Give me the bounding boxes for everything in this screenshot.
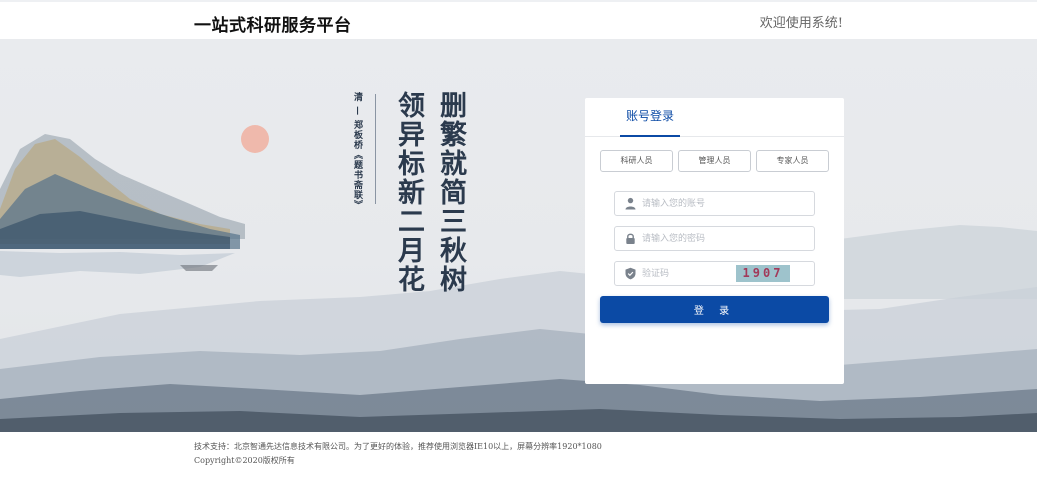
account-field [614, 191, 815, 216]
login-card: 账号登录 科研人员 管理人员 专家人员 请输入您的账号 验证码 1907 登 录 [585, 98, 844, 384]
role-researcher-button[interactable]: 科研人员 [600, 150, 673, 172]
password-field [614, 226, 815, 251]
shield-check-icon [625, 267, 636, 280]
login-button[interactable]: 登 录 [600, 296, 829, 323]
account-input[interactable] [642, 195, 752, 212]
top-header: 一站式科研服务平台 欢迎使用系统! [0, 0, 1037, 39]
platform-title: 一站式科研服务平台 [194, 16, 352, 36]
poem-divider [375, 94, 376, 204]
role-expert-button[interactable]: 专家人员 [756, 150, 829, 172]
page-footer: 技术支持：北京智通先达信息技术有限公司。为了更好的体验，推荐使用浏览器IE10以… [0, 432, 1037, 478]
lock-icon [626, 233, 635, 244]
footer-copyright: Copyright©2020版权所有 [194, 456, 295, 465]
captcha-field: 1907 [614, 261, 815, 286]
login-tabs: 账号登录 [585, 98, 844, 137]
role-manager-button[interactable]: 管理人员 [678, 150, 751, 172]
welcome-text: 欢迎使用系统! [759, 16, 843, 31]
poem-author: 清 — 郑板桥《题书斋联》 [352, 92, 362, 211]
ink-landscape-illustration [0, 125, 1037, 432]
captcha-input[interactable] [642, 265, 730, 282]
password-input[interactable] [642, 230, 752, 247]
boat-icon [180, 265, 218, 271]
footer-support-text: 技术支持：北京智通先达信息技术有限公司。为了更好的体验，推荐使用浏览器IE10以… [194, 442, 602, 451]
landscape-banner: 删繁就简三秋树 领异标新二月花 清 — 郑板桥《题书斋联》 账号登录 科研人员 … [0, 39, 1037, 432]
sun-icon [241, 125, 269, 153]
captcha-image[interactable]: 1907 [736, 265, 790, 282]
poem-line-2: 领异标新二月花 [393, 91, 424, 294]
tab-account-login[interactable]: 账号登录 [620, 98, 680, 137]
user-icon [625, 197, 636, 210]
role-selector: 科研人员 管理人员 专家人员 [600, 150, 829, 172]
poem-line-1: 删繁就简三秋树 [435, 91, 466, 294]
